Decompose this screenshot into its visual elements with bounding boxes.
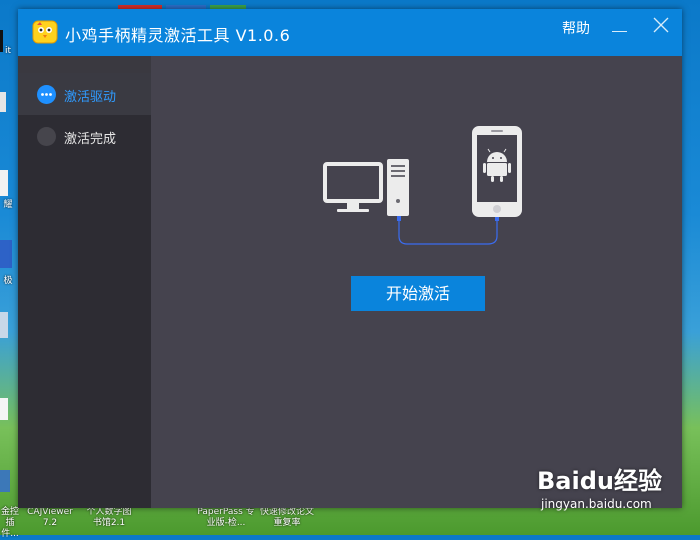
desktop-icon-left-5[interactable]	[0, 398, 8, 420]
desktop-icon-left-6[interactable]	[0, 470, 10, 492]
desktop-icon-label[interactable]: 个人数字图书馆2.1	[84, 507, 134, 529]
app-logo-chicken-icon	[32, 20, 58, 44]
main-content: 开始激活	[151, 56, 682, 508]
desktop-icon-left-3[interactable]	[0, 240, 12, 268]
title-bar[interactable]: 小鸡手柄精灵激活工具 V1.0.6 帮助	[18, 9, 682, 56]
close-icon[interactable]	[652, 16, 670, 34]
watermark-url: jingyan.baidu.com	[541, 497, 652, 511]
desktop-edge-label-1: it	[4, 46, 12, 56]
computer-tower-icon	[387, 159, 409, 216]
desktop-icon-label[interactable]: 快速修改论文重复率	[260, 507, 314, 529]
step-sidebar: 激活驱动 激活完成	[18, 56, 151, 508]
app-window: 小鸡手柄精灵激活工具 V1.0.6 帮助 激活驱动 激活完成 开始激活	[18, 9, 682, 508]
desktop-edge-label-3: 极	[3, 276, 13, 286]
usb-cable	[398, 221, 498, 245]
start-activation-button[interactable]: 开始激活	[351, 276, 485, 311]
sidebar-item-activate-driver[interactable]: 激活驱动	[18, 73, 151, 115]
watermark-brand: Baidu经验	[537, 467, 662, 495]
desktop-icon-left-1[interactable]	[0, 92, 6, 112]
sidebar-item-label: 激活驱动	[64, 90, 117, 105]
desktop-icon-label[interactable]: CAJViewer 7.2	[24, 507, 76, 529]
help-button[interactable]: 帮助	[562, 18, 590, 38]
desktop-edge-label-2: 耀	[3, 200, 13, 210]
sidebar-header-strip	[18, 56, 151, 73]
usb-plug-pc	[397, 216, 401, 221]
sidebar-item-activation-complete[interactable]: 激活完成	[18, 115, 151, 157]
desktop-icon-label[interactable]: PaperPass 专业版-检...	[196, 507, 256, 529]
desktop-icon-left-2[interactable]	[0, 170, 8, 196]
sidebar-item-label: 激活完成	[64, 132, 117, 147]
pc-to-phone-illustration	[323, 126, 522, 245]
monitor-icon	[323, 162, 383, 212]
minimize-button[interactable]	[611, 21, 628, 38]
pending-step-icon	[37, 127, 56, 146]
in-progress-dots-icon	[37, 85, 56, 104]
window-title: 小鸡手柄精灵激活工具 V1.0.6	[65, 26, 291, 45]
desktop-icon-left-4[interactable]	[0, 312, 8, 338]
desktop-icon-label[interactable]: 金控 插件...	[0, 507, 20, 540]
